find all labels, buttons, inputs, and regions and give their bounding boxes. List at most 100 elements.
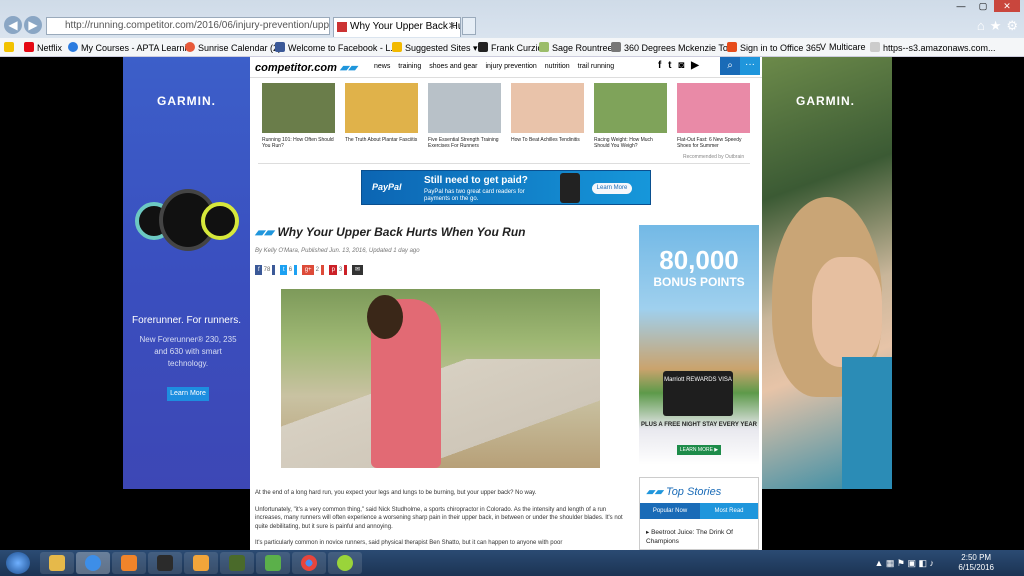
garmin-runner-ad[interactable]: GARMIN. [762, 57, 892, 489]
rec-caption: Running 101: How Often Should You Run? [262, 137, 334, 149]
taskbar-clock[interactable]: 2:50 PM 6/15/2016 [958, 553, 994, 573]
page-icon [870, 42, 880, 52]
tab-close-icon[interactable]: ✕ [448, 18, 456, 36]
nav-training[interactable]: training [398, 63, 421, 70]
fav-netflix[interactable]: Netflix [24, 42, 62, 53]
sunrise-icon [185, 42, 195, 52]
nav-shoes-gear[interactable]: shoes and gear [429, 63, 477, 70]
article-paragraph: Unfortunately, "it's a very common thing… [255, 506, 623, 530]
rec-item[interactable]: How To Beat Achilles Tendinitis [511, 83, 584, 143]
rec-thumbnail [345, 83, 418, 133]
main-nav: news training shoes and gear injury prev… [374, 63, 620, 70]
rec-item[interactable]: Five Essential Strength Training Exercis… [428, 83, 501, 149]
outbrain-credit[interactable]: Recommended by Outbrain [683, 154, 744, 160]
new-tab-button[interactable] [462, 17, 476, 35]
rec-item[interactable]: Racing Weight: How Much Should You Weigh… [594, 83, 667, 149]
start-button[interactable] [6, 552, 30, 574]
card-reader-image [560, 173, 580, 203]
fav-suggested[interactable]: Suggested Sites ▾ [392, 42, 478, 54]
taskbar-app[interactable] [148, 552, 182, 574]
home-icon[interactable]: ⌂ [977, 18, 985, 33]
fav-sage[interactable]: Sage Rountree [539, 42, 613, 53]
system-tray[interactable]: ▲ ▦ ⚑ ▣ ◧ ♪ [875, 558, 935, 569]
site-logo[interactable]: competitor.com ▰▰ [255, 61, 357, 74]
taskbar-chrome[interactable] [292, 552, 326, 574]
article-paragraph: At the end of a long hard run, you expec… [255, 490, 537, 496]
tab-active[interactable]: Why Your Upper Back Hurts... ✕ [333, 17, 461, 37]
watch-right [201, 202, 239, 240]
rec-item[interactable]: Flat-Out Fast: 6 New Speedy Shoes for Su… [677, 83, 750, 149]
windows-taskbar: ▲ ▦ ⚑ ▣ ◧ ♪ 2:50 PM 6/15/2016 [0, 550, 1024, 576]
fav-multicare[interactable]: V Multicare [820, 42, 866, 52]
maximize-button[interactable]: ▢ [972, 0, 994, 12]
facebook-icon [275, 42, 285, 52]
instagram-icon[interactable]: ◙ [678, 60, 684, 71]
fav-apta[interactable]: My Courses - APTA Learni... [68, 42, 194, 53]
rec-caption: How To Beat Achilles Tendinitis [511, 137, 580, 143]
minimize-button[interactable]: — [950, 0, 972, 12]
fav-office[interactable]: Sign in to Office 365 [727, 42, 821, 53]
favorites-star-icon[interactable]: ★ [990, 18, 1002, 33]
top-story-item[interactable]: ▸ Beetroot Juice: The Drink Of Champions [646, 528, 756, 546]
close-window-button[interactable]: ✕ [994, 0, 1020, 12]
address-bar[interactable]: http://running.competitor.com/2016/06/in… [46, 17, 330, 35]
share-email-button[interactable]: ✉ [351, 265, 363, 275]
browser-tools: ⌂ ★ ⚙ [972, 18, 1018, 34]
office-icon [727, 42, 737, 52]
taskbar-explorer[interactable] [40, 552, 74, 574]
fav-frank[interactable]: Frank Curzio [478, 42, 543, 53]
browser-chrome: — ▢ ✕ ◀ ▶ http://running.competitor.com/… [0, 0, 1024, 57]
search-icon[interactable]: ⌕ [720, 57, 740, 75]
taskbar-media[interactable] [112, 552, 146, 574]
share-twitter-button[interactable]: t6 [280, 265, 298, 275]
web-page: GARMIN. Forerunner. For runners. New For… [0, 57, 1024, 550]
taskbar-app[interactable] [184, 552, 218, 574]
nav-injury-prevention[interactable]: injury prevention [485, 63, 536, 70]
share-googleplus-button[interactable]: g+ 2 [301, 265, 324, 275]
taskbar-ie[interactable] [76, 552, 110, 574]
garmin-subtext: New Forerunner® 230, 235 and 630 with sm… [139, 335, 237, 368]
tab-popular-now[interactable]: Popular Now [640, 503, 700, 519]
garmin-logo: GARMIN. [157, 94, 216, 108]
rec-item[interactable]: Running 101: How Often Should You Run? [262, 83, 335, 149]
share-facebook-button[interactable]: f 78 [255, 265, 276, 275]
tab-title: Why Your Upper Back Hurts... [350, 21, 460, 32]
garmin-learn-more-button[interactable]: Learn More [167, 387, 209, 401]
rec-item[interactable]: The Truth About Plantar Fasciitis [345, 83, 418, 143]
more-menu-icon[interactable]: ··· [740, 57, 760, 75]
youtube-icon[interactable]: ▶ [691, 60, 699, 71]
article-byline: By Kelly O'Mara, Published Jun. 13, 2016… [255, 248, 420, 254]
taskbar-app[interactable] [328, 552, 362, 574]
taskbar-app[interactable] [220, 552, 254, 574]
suggested-icon [392, 42, 402, 52]
rec-caption: The Truth About Plantar Fasciitis [345, 137, 418, 143]
article-hero-image [281, 289, 600, 468]
facebook-icon[interactable]: f [658, 60, 661, 71]
back-button[interactable]: ◀ [4, 16, 22, 34]
bonus-amount: 80,000 [659, 245, 739, 275]
nav-nutrition[interactable]: nutrition [545, 63, 570, 70]
marriott-learn-more-button[interactable]: LEARN MORE ▶ [677, 445, 721, 455]
nav-trail-running[interactable]: trail running [578, 63, 615, 70]
nav-news[interactable]: news [374, 63, 390, 70]
tab-most-read[interactable]: Most Read [700, 503, 758, 519]
garmin-tagline: Forerunner. For runners. [132, 315, 241, 326]
article-title: ▰▰ Why Your Upper Back Hurts When You Run [255, 225, 526, 239]
forward-button[interactable]: ▶ [24, 16, 42, 34]
taskbar-app[interactable] [256, 552, 290, 574]
favorites-star-icon[interactable] [4, 42, 17, 53]
paypal-headline: Still need to get paid? [424, 175, 528, 186]
article-body: At the end of a long hard run, you expec… [255, 489, 635, 550]
fav-mckenzie[interactable]: 360 Degrees Mckenzie To... [611, 42, 735, 53]
g-icon [478, 42, 488, 52]
twitter-icon[interactable]: t [668, 60, 671, 71]
fav-amazon[interactable]: https--s3.amazonaws.com... [870, 42, 996, 53]
fav-facebook[interactable]: Welcome to Facebook - L... [275, 42, 398, 53]
garmin-ad[interactable]: GARMIN. Forerunner. For runners. New For… [123, 57, 250, 489]
gear-icon[interactable]: ⚙ [1006, 18, 1018, 33]
paypal-learn-more-button[interactable]: Learn More [592, 183, 632, 194]
marriott-ad[interactable]: 80,000 BONUS POINTS Marriott REWARDS VIS… [639, 225, 759, 465]
paypal-ad[interactable]: PayPal Still need to get paid? PayPal ha… [361, 170, 651, 205]
share-pinterest-button[interactable]: p3 [328, 265, 348, 275]
fav-sunrise[interactable]: Sunrise Calendar (2) [185, 42, 281, 53]
